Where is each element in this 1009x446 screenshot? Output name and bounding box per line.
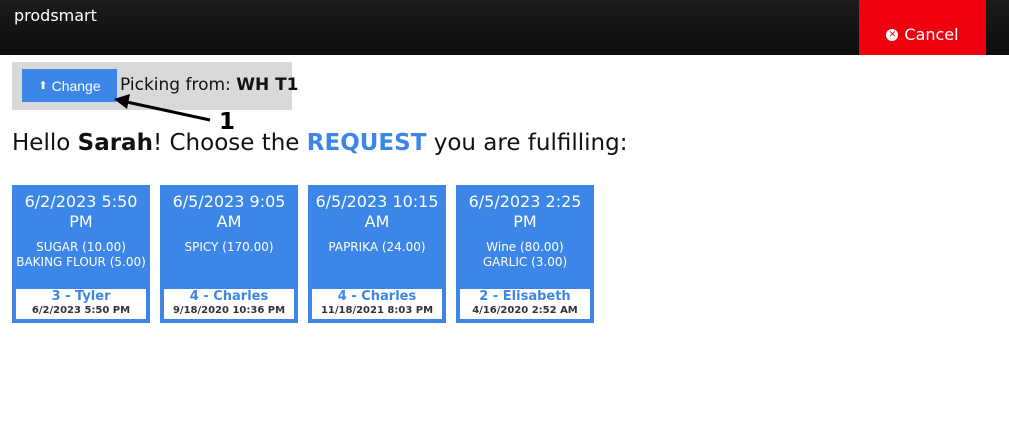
upload-icon: ⬆ [38, 80, 48, 92]
request-card[interactable]: 6/5/2023 9:05 AM SPICY (170.00) 4 - Char… [160, 185, 298, 323]
request-item: SUGAR (10.00) [36, 240, 126, 254]
cancel-button[interactable]: ✕ Cancel [859, 0, 986, 55]
request-footer: 3 - Tyler 6/2/2023 5:50 PM [16, 289, 146, 319]
change-label: Change [51, 77, 101, 94]
times-circle-icon: ✕ [886, 28, 899, 41]
brand-logo: prodsmart [14, 6, 97, 25]
request-item: SPICY (170.00) [184, 240, 274, 254]
request-date: 6/5/2023 10:15 AM [315, 192, 439, 231]
request-item: BAKING FLOUR (5.00) [16, 255, 146, 269]
requester-name: 4 - Charles [189, 289, 269, 304]
greeting-suffix: you are fulfilling: [433, 130, 628, 156]
request-footer: 4 - Charles 9/18/2020 10:36 PM [164, 289, 294, 319]
request-footer: 4 - Charles 11/18/2021 8:03 PM [312, 289, 442, 319]
request-items: Wine (80.00) GARLIC (3.00) [456, 240, 594, 270]
request-created: 9/18/2020 10:36 PM [172, 305, 286, 316]
request-card[interactable]: 6/5/2023 10:15 AM PAPRIKA (24.00) 4 - Ch… [308, 185, 446, 323]
requester-name: 3 - Tyler [51, 289, 111, 304]
request-created: 6/2/2023 5:50 PM [31, 305, 131, 316]
request-keyword: REQUEST [306, 130, 427, 156]
warehouse-name: WH T1 [236, 75, 299, 95]
request-item: GARLIC (3.00) [482, 255, 568, 269]
greeting-heading: Hello Sarah! Choose the REQUEST you are … [12, 130, 627, 156]
change-warehouse-button[interactable]: ⬆ Change [22, 69, 117, 102]
callout-arrow [114, 94, 211, 122]
request-created: 11/18/2021 8:03 PM [320, 305, 434, 316]
requester-name: 2 - Elisabeth [479, 289, 571, 304]
request-card[interactable]: 6/2/2023 5:50 PM SUGAR (10.00) BAKING FL… [12, 185, 150, 323]
request-items: PAPRIKA (24.00) [308, 240, 446, 255]
request-item: PAPRIKA (24.00) [328, 240, 426, 254]
request-date: 6/5/2023 9:05 AM [172, 192, 286, 231]
requester-name: 4 - Charles [337, 289, 417, 304]
request-date: 6/2/2023 5:50 PM [24, 192, 138, 231]
greeting-middle: ! Choose the [152, 130, 300, 156]
user-name: Sarah [77, 130, 153, 156]
request-date: 6/5/2023 2:25 PM [468, 192, 582, 231]
request-item: Wine (80.00) [486, 240, 564, 254]
request-items: SPICY (170.00) [160, 240, 298, 255]
greeting-prefix: Hello [12, 130, 71, 156]
request-footer: 2 - Elisabeth 4/16/2020 2:52 AM [460, 289, 590, 319]
request-items: SUGAR (10.00) BAKING FLOUR (5.00) [12, 240, 150, 270]
cancel-label: Cancel [904, 25, 959, 44]
top-navbar: prodsmart ✕ Cancel [0, 0, 1009, 55]
request-card[interactable]: 6/5/2023 2:25 PM Wine (80.00) GARLIC (3.… [456, 185, 594, 323]
request-created: 4/16/2020 2:52 AM [472, 305, 578, 316]
